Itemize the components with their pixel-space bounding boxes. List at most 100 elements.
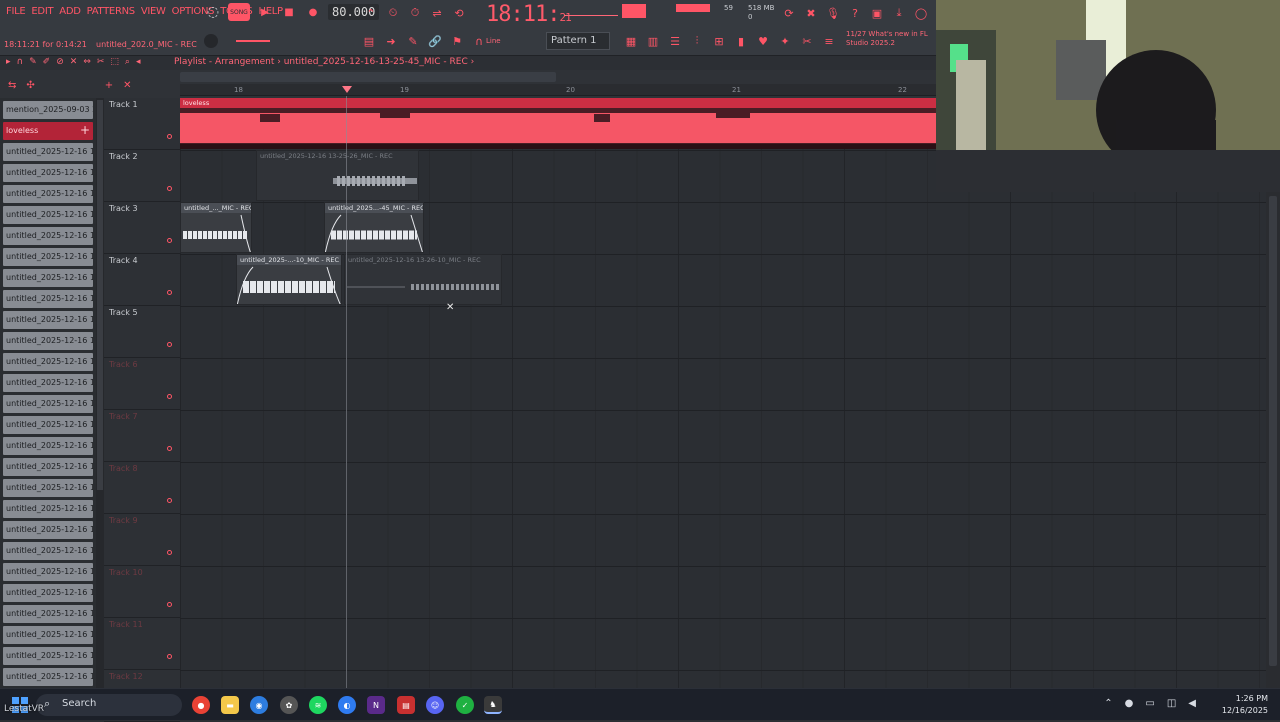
menu-add[interactable]: ADD <box>59 6 81 17</box>
browser-clip-item[interactable]: untitled_2025-12-16 13-... <box>3 332 93 350</box>
browser-clip-item[interactable]: untitled_2025-12-16 13-... <box>3 143 93 161</box>
help-icon[interactable]: ? <box>846 5 864 21</box>
track-header[interactable]: Track 2 <box>104 150 180 202</box>
track-header[interactable]: Track 6 <box>104 358 180 410</box>
refresh-icon[interactable]: ⟳ <box>780 5 798 21</box>
spotify-icon[interactable]: ≋ <box>309 696 327 714</box>
playlist-menu-arrow-icon[interactable]: ▸ <box>6 57 11 67</box>
add-track-icon[interactable]: + <box>105 80 113 96</box>
track-header[interactable]: Track 1 <box>104 98 180 150</box>
browser-clip-item[interactable]: untitled_2025-12-16 13-... <box>3 626 93 644</box>
browser-clip-item[interactable]: untitled_2025-12-16 13-... <box>3 185 93 203</box>
menu-file[interactable]: FILE <box>6 6 26 17</box>
channel-rack-icon[interactable]: ☰ <box>666 33 684 49</box>
browser-icon[interactable]: ▮ <box>732 33 750 49</box>
track-enable-button[interactable] <box>167 654 172 659</box>
fl-studio-taskbar-icon[interactable]: ♞ <box>484 696 502 714</box>
browser-clip-item[interactable]: untitled_2025-12-16 13-... <box>3 269 93 287</box>
mixer-icon[interactable]: ⫶ <box>688 33 706 49</box>
close-project-icon[interactable]: ✖ <box>802 5 820 21</box>
link-icon[interactable]: 🔗 <box>426 33 444 49</box>
taskbar-clock[interactable]: 1:26 PM 12/16/2025 <box>1222 693 1268 717</box>
browser-clip-item[interactable]: untitled_2025-12-16 13-... <box>3 353 93 371</box>
download-icon[interactable]: ⤓ <box>890 5 908 21</box>
browser-clip-item[interactable]: untitled_2025-12-16 13-... <box>3 563 93 581</box>
discord-icon[interactable]: ☺ <box>426 696 444 714</box>
track-header[interactable]: Track 4 <box>104 254 180 306</box>
arrow-icon[interactable]: ➜ <box>382 33 400 49</box>
track-header[interactable]: Track 10 <box>104 566 180 618</box>
browser-app-icon[interactable]: ◉ <box>250 696 268 714</box>
browser-clip-item[interactable]: untitled_2025-12-16 13-... <box>3 290 93 308</box>
piano-roll-icon[interactable]: ▤ <box>360 33 378 49</box>
track-header[interactable]: Track 3 <box>104 202 180 254</box>
delete-tool-icon[interactable]: ⊘ <box>56 57 64 67</box>
track-header[interactable]: Track 9 <box>104 514 180 566</box>
master-pitch-knob[interactable] <box>204 34 218 48</box>
track-enable-button[interactable] <box>167 290 172 295</box>
menu-patterns[interactable]: PATTERNS <box>87 6 136 17</box>
slip-tool-icon[interactable]: ⇔ <box>83 57 91 67</box>
browser-clip-item[interactable]: untitled_2025-12-16 13-... <box>3 395 93 413</box>
track-enable-button[interactable] <box>167 498 172 503</box>
taskbar-search[interactable]: ⌕ Search <box>36 694 182 716</box>
pattern-selector[interactable]: Pattern 1 <box>546 32 610 50</box>
track-enable-button[interactable] <box>167 238 172 243</box>
app-recorder-icon[interactable]: ▤ <box>397 696 415 714</box>
song-mode-button[interactable]: SONG <box>228 3 250 21</box>
plugin-picker-icon[interactable]: ⊞ <box>710 33 728 49</box>
menu-view[interactable]: VIEW <box>141 6 166 17</box>
browser-collapse-icon[interactable]: ✣ <box>26 80 34 96</box>
track-header[interactable]: Track 5 <box>104 306 180 358</box>
audio-clip-loveless[interactable]: loveless <box>180 98 936 149</box>
browser-expand-icon[interactable]: ⇆ <box>8 80 16 96</box>
touch-keyboard-icon[interactable]: ✦ <box>776 33 794 49</box>
loop-record-icon[interactable]: ⟲ <box>450 5 468 21</box>
slice-tool-icon[interactable]: ✂ <box>97 57 105 67</box>
track-enable-button[interactable] <box>167 446 172 451</box>
browser-clip-item[interactable]: untitled_2025-12-16 13-... <box>3 437 93 455</box>
microphone-icon[interactable]: 🎙 <box>824 5 842 21</box>
piano-roll-window-icon[interactable]: ▥ <box>644 33 662 49</box>
tray-mic-icon[interactable]: ● <box>1125 698 1134 709</box>
vertical-scrollbar[interactable] <box>1266 190 1280 688</box>
add-clip-icon[interactable]: + <box>80 123 90 137</box>
browser-scroll-thumb[interactable] <box>97 100 103 490</box>
track-enable-button[interactable] <box>167 602 172 607</box>
tray-network-icon[interactable]: ◫ <box>1167 698 1176 709</box>
select-tool-icon[interactable]: ⬚ <box>110 57 119 67</box>
tempo-tapper-icon[interactable]: ✂ <box>798 33 816 49</box>
audio-clip-track4-a[interactable]: untitled_2025-...-10_MIC - REC <box>236 254 342 305</box>
tray-display-icon[interactable]: ▭ <box>1145 698 1154 709</box>
browser-clip-item[interactable]: untitled_2025-12-16 13-... <box>3 416 93 434</box>
track-enable-button[interactable] <box>167 342 172 347</box>
browser-clip-item[interactable]: untitled_2025-12-16 13-... <box>3 500 93 518</box>
track-enable-button[interactable] <box>167 550 172 555</box>
browser-clip-item[interactable]: untitled_2025-12-16 13-... <box>3 164 93 182</box>
metronome-icon[interactable]: ⌃ <box>362 5 380 21</box>
app-green-icon[interactable]: ✓ <box>456 696 474 714</box>
playback-tool-icon[interactable]: ◂ <box>136 57 141 67</box>
browser-clip-item[interactable]: untitled_2025-12-16 13-... <box>3 479 93 497</box>
audio-clip-track2[interactable]: untitled_2025-12-16 13-25-26_MIC - REC <box>256 150 419 201</box>
paint-tool-icon[interactable]: ✐ <box>43 57 51 67</box>
plugin-database-icon[interactable]: ♥ <box>754 33 772 49</box>
browser-clip-item[interactable]: untitled_2025-12-16 13-... <box>3 668 93 686</box>
draw-icon[interactable]: ✎ <box>404 33 422 49</box>
browser-clip-item[interactable]: untitled_2025-12-16 13-... <box>3 248 93 266</box>
track-enable-button[interactable] <box>167 394 172 399</box>
wait-input-icon[interactable]: ⏲ <box>384 5 402 21</box>
browser-clip-item[interactable]: untitled_2025-12-16 13-... <box>3 227 93 245</box>
play-button[interactable]: ▶ <box>256 3 274 21</box>
browser-clip-item[interactable]: untitled_2025-12-16 13-... <box>3 542 93 560</box>
track-header[interactable]: Track 7 <box>104 410 180 462</box>
track-header[interactable]: Track 11 <box>104 618 180 670</box>
app-icon[interactable]: ✿ <box>280 696 298 714</box>
app-next-icon[interactable]: N <box>367 696 385 714</box>
track-enable-button[interactable] <box>167 186 172 191</box>
edge-icon[interactable]: ◐ <box>338 696 356 714</box>
magnet-snap-icon[interactable]: ∩ <box>17 57 24 67</box>
record-button[interactable]: ● <box>304 3 322 21</box>
stamp-icon[interactable]: ⚑ <box>448 33 466 49</box>
vertical-scroll-thumb[interactable] <box>1269 196 1277 666</box>
